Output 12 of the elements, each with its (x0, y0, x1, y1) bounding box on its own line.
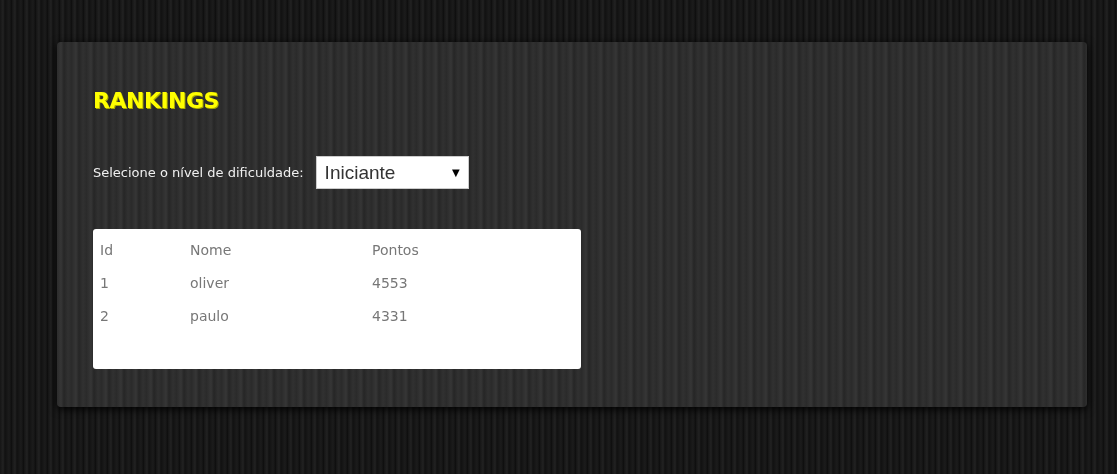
column-header: Pontos (372, 241, 419, 258)
table-cell: 4553 (372, 274, 408, 291)
table-cell-text: 1 (100, 274, 110, 291)
page-title: RANKINGS (93, 88, 220, 114)
column-header: Id (100, 241, 114, 258)
difficulty-select[interactable]: Iniciante ▼ (315, 156, 469, 189)
table-cell: 4331 (372, 307, 408, 324)
table-cell-text: paulo (190, 307, 230, 324)
table-cell-text: oliver (190, 274, 230, 291)
difficulty-label: Selecione o nível de dificuldade: (93, 165, 304, 180)
column-header: Nome (190, 241, 233, 258)
table-cell-text: 2 (100, 307, 110, 324)
